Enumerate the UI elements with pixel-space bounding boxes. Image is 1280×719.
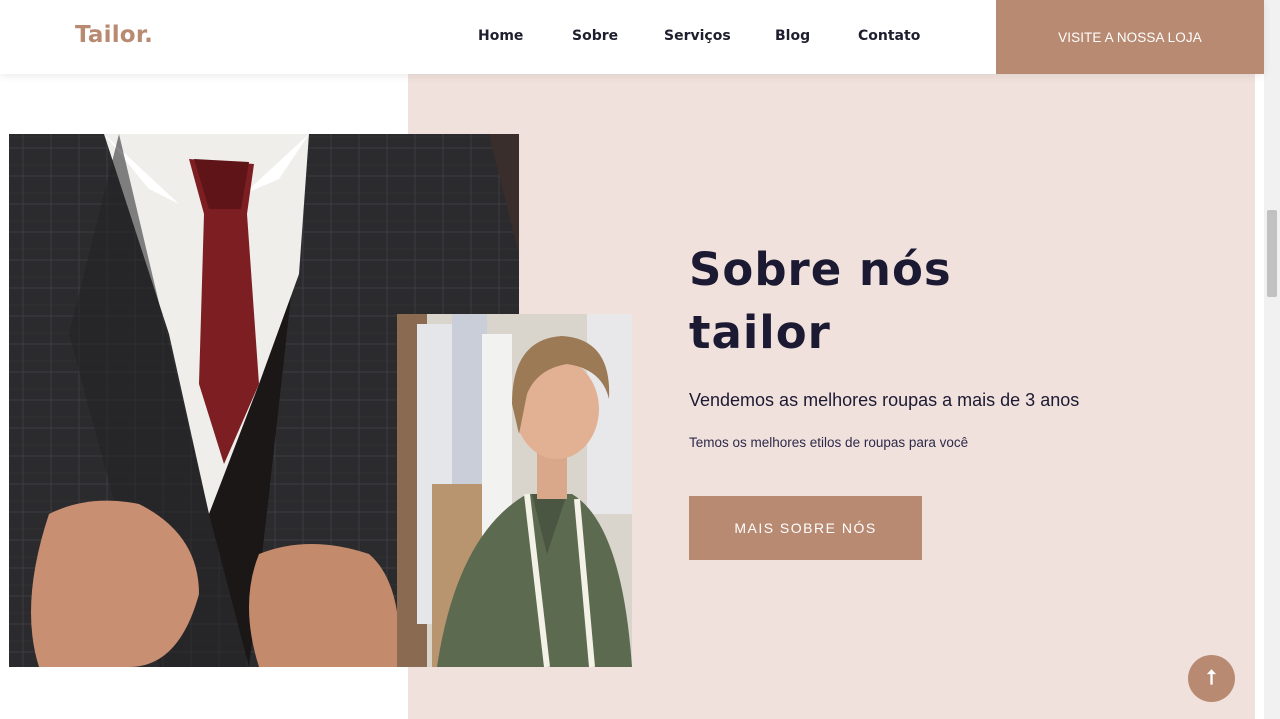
nav-item-servicos[interactable]: Serviços [664,28,731,44]
about-title-line-1: Sobre nós [689,243,952,296]
visit-store-button[interactable]: VISITE A NOSSA LOJA [996,0,1264,74]
page-scrollbar[interactable] [1264,0,1280,719]
nav-item-sobre[interactable]: Sobre [572,28,618,44]
site-header: Tailor. Home Sobre Serviços Blog Contato… [0,0,1264,74]
nav-item-home[interactable]: Home [478,28,523,44]
scrollbar-thumb[interactable] [1267,210,1277,297]
back-to-top-button[interactable]: ⭡ [1188,655,1235,702]
arrow-up-icon: ⭡ [1206,667,1217,689]
more-about-button[interactable]: MAIS SOBRE NÓS [689,496,922,560]
tailor-woman-photo [397,314,632,667]
about-title-line-2: tailor [689,306,831,359]
about-description: Temos os melhores etilos de roupas para … [689,435,969,450]
nav-item-blog[interactable]: Blog [775,28,810,44]
nav-item-contato[interactable]: Contato [858,28,920,44]
about-subtitle: Vendemos as melhores roupas a mais de 3 … [689,390,1080,410]
about-title: Sobre nós tailor [689,238,1089,364]
logo[interactable]: Tailor. [75,22,153,48]
